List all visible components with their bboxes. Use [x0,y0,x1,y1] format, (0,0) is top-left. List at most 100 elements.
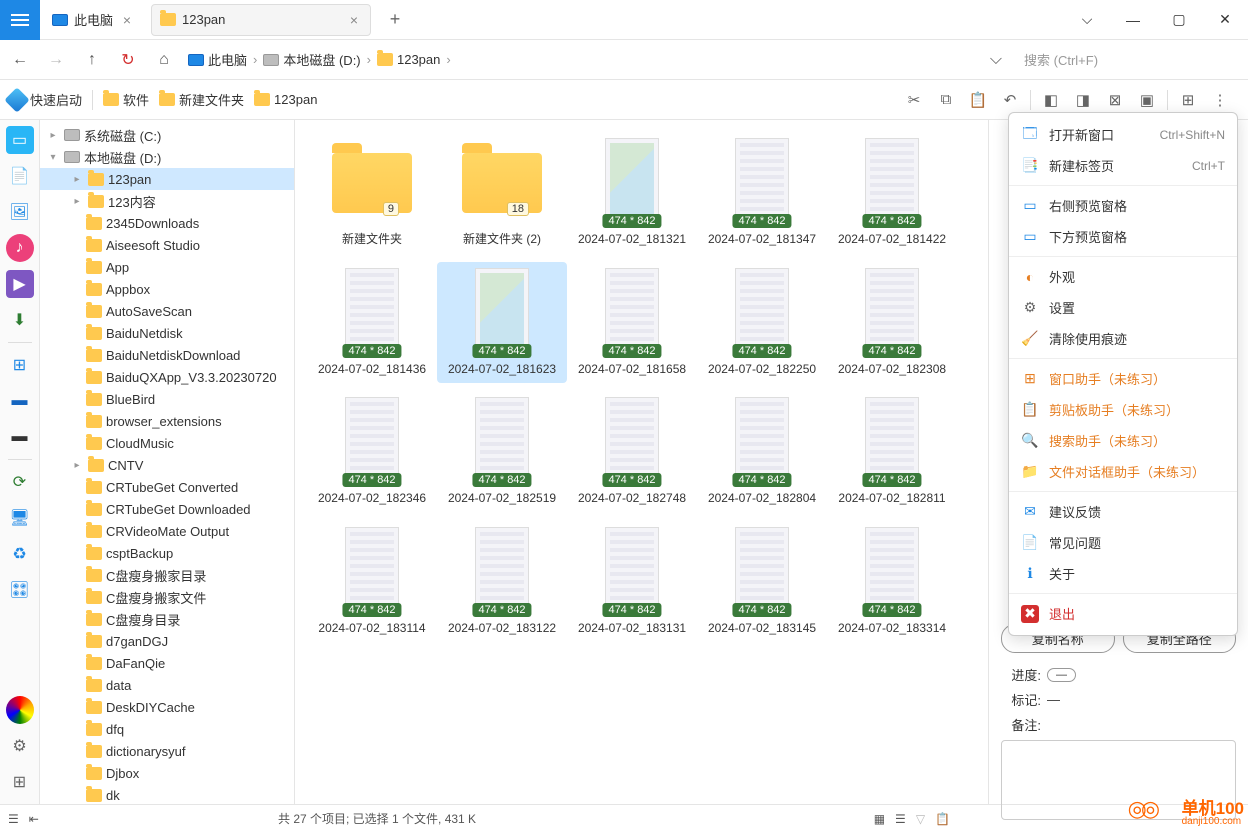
search-input[interactable]: 搜索 (Ctrl+F) [1020,46,1240,73]
copy-icon[interactable]: ⧉ [934,88,958,112]
expand-icon[interactable]: ▸ [46,130,60,141]
tree-toggle-icon[interactable]: ☰ [8,812,19,826]
image-item[interactable]: 474 * 8422024-07-02_182519 [437,391,567,513]
menu-item[interactable]: 📄常见问题 [1009,527,1237,558]
crumb-123pan[interactable]: 123pan [377,52,440,67]
color-wheel-icon[interactable] [6,696,34,724]
grid-icon[interactable]: ⊞ [6,768,34,796]
tab-this-pc[interactable]: 此电脑 × [44,4,143,36]
panel-left-icon[interactable]: ◧ [1039,88,1063,112]
menu-item[interactable]: ▭右侧预览窗格 [1009,190,1237,221]
tree-folder[interactable]: BaiduNetdiskDownload [40,344,294,366]
control-icon[interactable]: 🎛 [6,576,34,604]
tree-folder[interactable]: BaiduNetdisk [40,322,294,344]
folder-item[interactable]: 18新建文件夹 (2) [437,132,567,254]
tree-local-disk[interactable]: ▾ 本地磁盘 (D:) [40,146,294,168]
image-item[interactable]: 474 * 8422024-07-02_183122 [437,521,567,643]
image-item[interactable]: 474 * 8422024-07-02_182346 [307,391,437,513]
up-button[interactable]: ↑ [80,48,104,72]
image-item[interactable]: 474 * 8422024-07-02_182804 [697,391,827,513]
image-item[interactable]: 474 * 8422024-07-02_182308 [827,262,957,384]
collapse-icon[interactable]: ▾ [46,152,60,163]
tree-folder[interactable]: Aiseesoft Studio [40,234,294,256]
tree-folder[interactable]: dk [40,784,294,804]
apps-icon[interactable]: ⊞ [1176,88,1200,112]
back-button[interactable]: ← [8,48,32,72]
indent-icon[interactable]: ⇤ [29,812,39,826]
home-button[interactable]: ⌂ [152,48,176,72]
close-icon[interactable]: × [346,12,362,28]
tree-folder[interactable]: dictionarysyuf [40,740,294,762]
recycle-icon[interactable]: ♻ [6,540,34,568]
tree-folder[interactable]: CRTubeGet Converted [40,476,294,498]
disk-e-icon[interactable]: ▬ [6,423,34,451]
tree-folder[interactable]: C盘瘦身搬家文件 [40,586,294,608]
hamburger-menu[interactable] [0,0,40,40]
document-icon[interactable]: 📄 [6,162,34,190]
tree-folder[interactable]: BlueBird [40,388,294,410]
folder-item[interactable]: 9新建文件夹 [307,132,437,254]
image-icon[interactable]: 🖼 [6,198,34,226]
minimize-button[interactable]: — [1110,0,1156,40]
image-item[interactable]: 474 * 8422024-07-02_183145 [697,521,827,643]
tree-folder[interactable]: dfq [40,718,294,740]
tree-folder[interactable]: csptBackup [40,542,294,564]
tree-folder[interactable]: 2345Downloads [40,212,294,234]
quick-item[interactable]: 新建文件夹 [159,90,244,109]
quick-item[interactable]: 软件 [103,90,149,109]
panel-x-icon[interactable]: ⊠ [1103,88,1127,112]
music-icon[interactable]: ♪ [6,234,34,262]
undo-icon[interactable]: ↶ [998,88,1022,112]
paste-icon[interactable]: 📋 [966,88,990,112]
menu-item[interactable]: ◐外观 [1009,261,1237,292]
crumb-this-pc[interactable]: 此电脑 [188,50,247,69]
refresh-button[interactable]: ↻ [116,48,140,72]
image-item[interactable]: 474 * 8422024-07-02_181321 [567,132,697,254]
tree-folder[interactable]: AutoSaveScan [40,300,294,322]
forward-button[interactable]: → [44,48,68,72]
chevron-down-icon[interactable]: ⌵ [1064,0,1110,40]
tree-folder[interactable]: data [40,674,294,696]
tree-folder[interactable]: App [40,256,294,278]
menu-item[interactable]: 🗔打开新窗口Ctrl+Shift+N [1009,119,1237,150]
monitor-icon[interactable]: 🖥 [6,504,34,532]
breadcrumb-dropdown[interactable]: ⌵ [984,48,1008,72]
image-item[interactable]: 474 * 8422024-07-02_181623 [437,262,567,384]
download-icon[interactable]: ⬇ [6,306,34,334]
image-item[interactable]: 474 * 8422024-07-02_182811 [827,391,957,513]
view-grid-icon[interactable]: ▦ [874,812,885,826]
image-item[interactable]: 474 * 8422024-07-02_182250 [697,262,827,384]
image-item[interactable]: 474 * 8422024-07-02_182748 [567,391,697,513]
progress-value[interactable]: — [1047,668,1076,682]
add-tab-button[interactable]: + [383,8,407,32]
image-item[interactable]: 474 * 8422024-07-02_181658 [567,262,697,384]
image-item[interactable]: 474 * 8422024-07-02_183114 [307,521,437,643]
menu-item[interactable]: ▭下方预览窗格 [1009,221,1237,252]
tree-folder[interactable]: DaFanQie [40,652,294,674]
close-icon[interactable]: × [119,12,135,28]
image-item[interactable]: 474 * 8422024-07-02_181422 [827,132,957,254]
filter-icon[interactable]: ▽ [916,812,925,826]
menu-item[interactable]: 📋剪贴板助手（未练习） [1009,394,1237,425]
close-button[interactable]: ✕ [1202,0,1248,40]
clipboard-icon[interactable]: 📋 [935,812,950,826]
view-list-icon[interactable]: ☰ [895,812,906,826]
menu-item[interactable]: ✉建议反馈 [1009,496,1237,527]
gear-icon[interactable]: ⚙ [6,732,34,760]
disk-c-icon[interactable]: ⊞ [6,351,34,379]
tree-folder[interactable]: ▸123内容 [40,190,294,212]
panel-right-icon[interactable]: ◨ [1071,88,1095,112]
menu-item[interactable]: 📑新建标签页Ctrl+T [1009,150,1237,181]
menu-item[interactable]: 🧹清除使用痕迹 [1009,323,1237,354]
tree-folder[interactable]: Appbox [40,278,294,300]
expand-icon[interactable]: ▸ [70,174,84,185]
tree-folder[interactable]: Djbox [40,762,294,784]
disk-d-icon[interactable]: ▬ [6,387,34,415]
image-item[interactable]: 474 * 8422024-07-02_181347 [697,132,827,254]
image-item[interactable]: 474 * 8422024-07-02_181436 [307,262,437,384]
panel-box-icon[interactable]: ▣ [1135,88,1159,112]
expand-icon[interactable]: ▸ [70,460,84,471]
tree-folder[interactable]: CloudMusic [40,432,294,454]
cut-icon[interactable]: ✂ [902,88,926,112]
quick-launch[interactable]: 快速启动 [8,90,82,109]
